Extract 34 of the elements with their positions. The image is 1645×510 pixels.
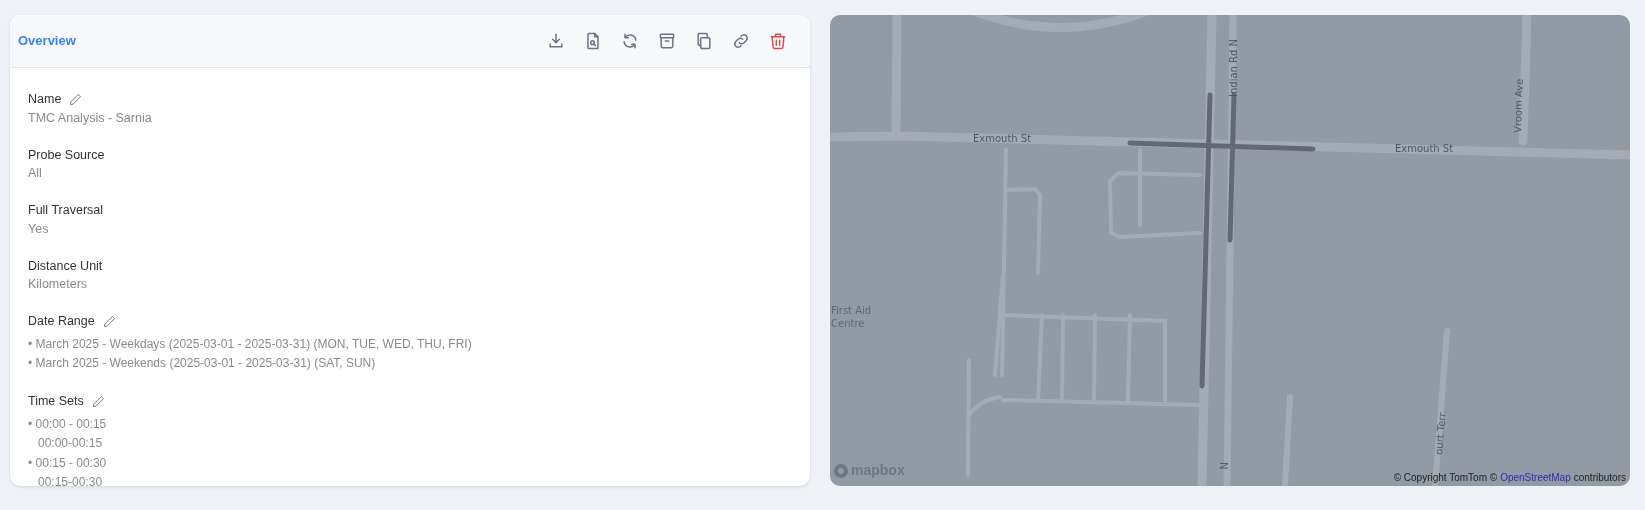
street-label: ourt Terr <box>1433 412 1448 456</box>
street-label: Vroom Ave <box>1512 78 1525 134</box>
field-value: Yes <box>28 220 50 238</box>
street-label: N <box>1218 462 1229 470</box>
time-set-detail: 00:00-00:15 <box>37 435 104 452</box>
panel-title: Overview <box>18 32 76 51</box>
link-icon[interactable] <box>731 31 751 51</box>
street-label: Exmouth St <box>973 133 1032 144</box>
field-value: Kilometers <box>28 276 89 294</box>
field-label: Full Traversal <box>28 202 104 219</box>
field-value: All <box>28 165 43 183</box>
field-label: Name <box>28 91 62 108</box>
edit-icon[interactable] <box>91 394 105 408</box>
attribution-text: © Copyright TomTom © <box>1393 471 1498 485</box>
field-label: Date Range <box>28 313 95 330</box>
logo-icon <box>833 462 849 479</box>
attribution-link[interactable]: OpenStreetMap <box>1500 470 1571 485</box>
copy-icon[interactable] <box>694 31 714 51</box>
delete-icon[interactable] <box>768 31 788 51</box>
field-label: Distance Unit <box>28 257 103 275</box>
time-set-range: • 00:00 - 00:15 <box>28 415 108 433</box>
edit-icon[interactable] <box>102 314 116 328</box>
date-range-item: • March 2025 - Weekends (2025-03-01 - 2025-03-31) (SAT, SUN) <box>28 355 377 373</box>
attribution-text: contributors <box>1573 471 1626 485</box>
field-label: Time Sets <box>28 392 84 410</box>
street-label: Exmouth St <box>1395 143 1454 154</box>
time-set-detail: 00:15-00:30 <box>37 474 104 486</box>
edit-icon[interactable] <box>69 92 83 106</box>
time-set-range: • 00:15 - 00:30 <box>28 454 108 472</box>
field-value: TMC Analysis - Sarnia <box>28 109 153 127</box>
archive-icon[interactable] <box>657 31 677 51</box>
field-label: Probe Source <box>28 146 105 164</box>
date-range-item: • March 2025 - Weekdays (2025-03-01 - 2025-03-31) (MON, TUE, WED, THU, FRI) <box>28 335 473 353</box>
download-icon[interactable] <box>546 31 566 51</box>
